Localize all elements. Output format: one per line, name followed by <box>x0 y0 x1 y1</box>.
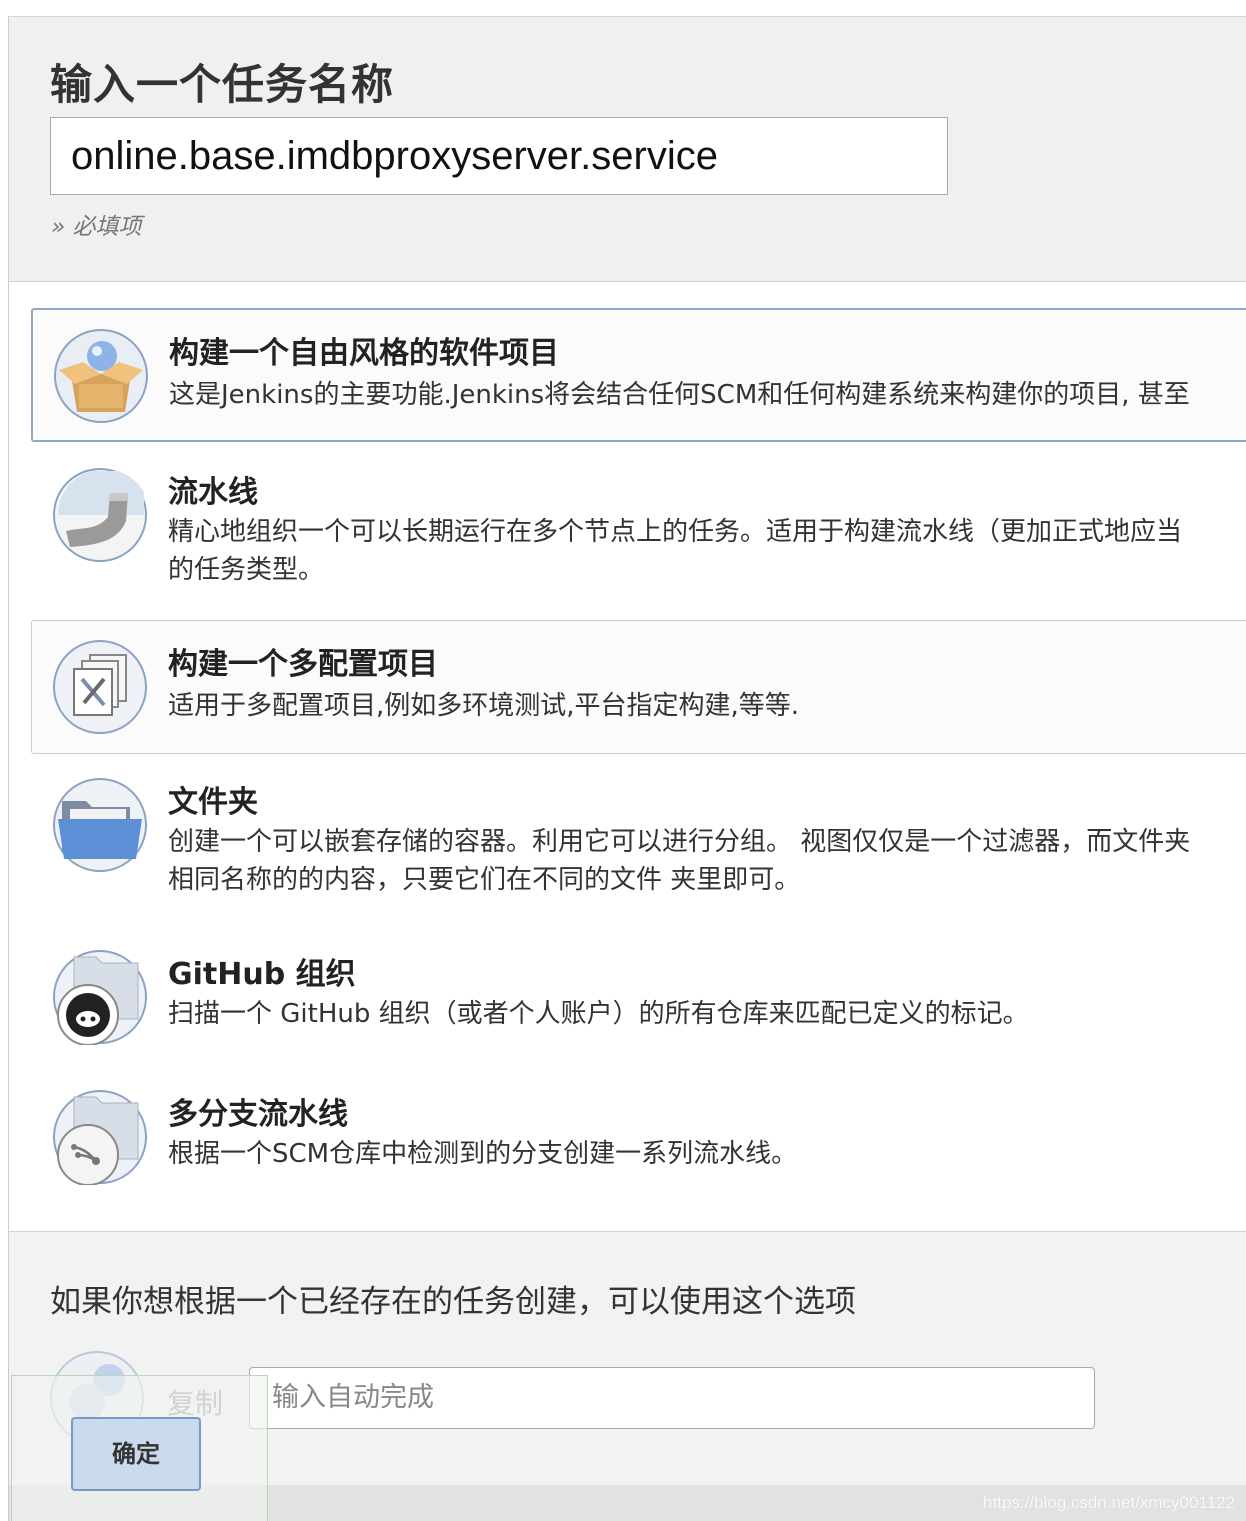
description-line: 扫描一个 GitHub 组织（或者个人账户）的所有仓库来匹配已定义的标记。 <box>168 999 1029 1029</box>
description-line: 的任务类型。 <box>168 555 325 585</box>
ok-button[interactable]: 确定 <box>71 1417 201 1491</box>
new-item-page: 输入一个任务名称 online.base.imdbproxyserver.ser… <box>8 16 1246 1521</box>
multi-config-icon <box>53 640 147 734</box>
item-type-title: 多分支流水线 <box>168 1097 348 1132</box>
item-type-folder[interactable]: 文件夹 创建一个可以嵌套存储的容器。利用它可以进行分组。 视图仅仅是一个过滤器，… <box>31 762 1246 902</box>
item-type-description: 扫描一个 GitHub 组织（或者个人账户）的所有仓库来匹配已定义的标记。 <box>168 995 1246 1033</box>
item-type-list: 构建一个自由风格的软件项目 这是Jenkins的主要功能.Jenkins将会结合… <box>9 282 1246 1232</box>
description-line: 创建一个可以嵌套存储的容器。利用它可以进行分组。 视图仅仅是一个过滤器，而文件夹 <box>168 827 1191 857</box>
description-line: 相同名称的的内容，只要它们在不同的文件 夹里即可。 <box>168 865 801 895</box>
item-type-title: 文件夹 <box>168 785 258 820</box>
multibranch-pipeline-icon <box>53 1090 147 1185</box>
description-line: 根据一个SCM仓库中检测到的分支创建一系列流水线。 <box>168 1139 798 1169</box>
item-type-description: 根据一个SCM仓库中检测到的分支创建一系列流水线。 <box>168 1135 1246 1173</box>
item-type-title: 流水线 <box>168 475 258 510</box>
item-type-multibranch-pipeline[interactable]: 多分支流水线 根据一个SCM仓库中检测到的分支创建一系列流水线。 <box>31 1078 1246 1198</box>
description-line: 适用于多配置项目,例如多环境测试,平台指定构建,等等. <box>168 691 800 721</box>
page-title: 输入一个任务名称 <box>50 60 395 109</box>
folder-icon <box>53 778 147 872</box>
item-type-title: 构建一个多配置项目 <box>168 647 438 682</box>
item-type-description: 这是Jenkins的主要功能.Jenkins将会结合任何SCM和任何构建系统来构… <box>169 376 1246 414</box>
item-name-input[interactable]: online.base.imdbproxyserver.service <box>50 117 948 195</box>
item-type-description: 适用于多配置项目,例如多环境测试,平台指定构建,等等. <box>168 687 1246 725</box>
item-name-section: 输入一个任务名称 online.base.imdbproxyserver.ser… <box>9 17 1246 282</box>
github-organization-icon <box>53 950 147 1045</box>
watermark: https://blog.csdn.net/xmcy001122 <box>982 1493 1235 1512</box>
item-type-multi-config[interactable]: 构建一个多配置项目 适用于多配置项目,例如多环境测试,平台指定构建,等等. <box>31 620 1246 754</box>
description-line: 这是Jenkins的主要功能.Jenkins将会结合任何SCM和任何构建系统来构… <box>169 380 1190 410</box>
description-line: 精心地组织一个可以长期运行在多个节点上的任务。适用于构建流水线（更加正式地应当 <box>168 517 1183 547</box>
item-type-description: 精心地组织一个可以长期运行在多个节点上的任务。适用于构建流水线（更加正式地应当 … <box>168 513 1246 589</box>
item-type-freestyle[interactable]: 构建一个自由风格的软件项目 这是Jenkins的主要功能.Jenkins将会结合… <box>31 308 1246 442</box>
required-note: » 必填项 <box>51 214 142 240</box>
freestyle-box-icon <box>54 329 148 423</box>
item-type-title: 构建一个自由风格的软件项目 <box>169 336 559 371</box>
copy-from-input[interactable]: 输入自动完成 <box>249 1367 1095 1429</box>
item-type-title: GitHub 组织 <box>168 957 356 992</box>
pipeline-icon <box>53 468 147 562</box>
copy-heading: 如果你想根据一个已经存在的任务创建，可以使用这个选项 <box>50 1284 856 1320</box>
item-type-pipeline[interactable]: 流水线 精心地组织一个可以长期运行在多个节点上的任务。适用于构建流水线（更加正式… <box>31 452 1246 592</box>
item-type-github-organization[interactable]: GitHub 组织 扫描一个 GitHub 组织（或者个人账户）的所有仓库来匹配… <box>31 938 1246 1058</box>
item-type-description: 创建一个可以嵌套存储的容器。利用它可以进行分组。 视图仅仅是一个过滤器，而文件夹… <box>168 823 1246 899</box>
